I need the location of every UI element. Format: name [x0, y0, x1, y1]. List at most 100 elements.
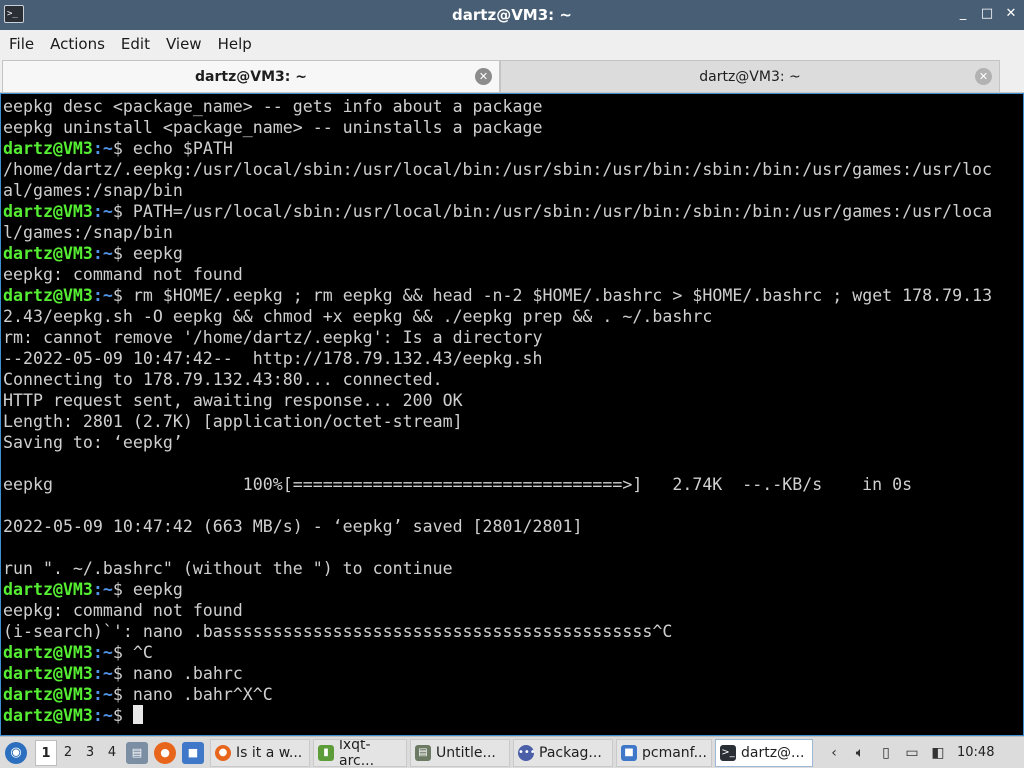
maximize-button[interactable]: □ [978, 5, 996, 23]
prompt-path: ~ [102, 202, 113, 221]
prompt-path: ~ [102, 286, 113, 305]
prompt-user: dartz@VM3 [3, 202, 93, 221]
terminal-output-line: /home/dartz/.eepkg:/usr/local/sbin:/usr/… [3, 160, 993, 179]
tab-terminal-1[interactable]: dartz@VM3: ~ ✕ [2, 60, 500, 92]
task-archiver[interactable]: ▮ lxqt-arc... [313, 738, 407, 767]
terminal-output-line: eepkg uninstall <package_name> -- uninst… [3, 118, 543, 137]
prompt-path: ~ [102, 580, 113, 599]
terminal-app-icon[interactable]: >_ [4, 5, 24, 23]
volume-icon[interactable]: 🔈︎ [850, 743, 870, 763]
prompt-path: ~ [102, 664, 113, 683]
text-editor-icon: ▤ [415, 744, 431, 761]
files-icon[interactable]: ▤ [126, 741, 148, 764]
task-text-editor[interactable]: ▤ Untitle... [410, 738, 510, 767]
prompt-symbol: $ [112, 706, 123, 725]
task-firefox[interactable]: ● Is it a w... [210, 738, 310, 767]
task-terminal[interactable]: >_ dartz@... [715, 738, 813, 767]
task-label: dartz@... [741, 744, 805, 761]
prompt-user: dartz@VM3 [3, 139, 93, 158]
menu-file[interactable]: File [4, 35, 39, 53]
tab-label: dartz@VM3: ~ [195, 68, 307, 85]
desktop-switch-2[interactable]: 2 [57, 740, 79, 766]
system-tray: ‹ 🔈︎ ▯ ▭ ◧ 10:48 [821, 743, 1000, 763]
terminal-output-line: Length: 2801 (2.7K) [application/octet-s… [3, 412, 463, 431]
prompt-separator: : [92, 643, 103, 662]
chevron-icon[interactable]: ‹ [824, 743, 844, 763]
prompt-separator: : [92, 664, 103, 683]
prompt-symbol: $ [112, 580, 123, 599]
battery-icon[interactable]: ▭ [902, 743, 922, 763]
tab-terminal-2[interactable]: dartz@VM3: ~ ✕ [500, 60, 1000, 92]
close-window-button[interactable]: ✕ [1002, 5, 1020, 23]
prompt-user: dartz@VM3 [3, 244, 93, 263]
archive-icon: ▮ [318, 744, 334, 761]
prompt-separator: : [92, 139, 103, 158]
terminal-output-line: eepkg desc <package_name> -- gets info a… [3, 97, 543, 116]
command-text: rm $HOME/.eepkg ; rm eepkg && head -n-2 … [122, 286, 993, 305]
prompt-path: ~ [102, 139, 113, 158]
command-text: eepkg [122, 580, 183, 599]
clock: 10:48 [957, 745, 995, 760]
terminal-prompt-line: dartz@VM3:~$ rm $HOME/.eepkg ; rm eepkg … [3, 285, 1023, 306]
network-icon[interactable]: ◧ [928, 743, 948, 763]
start-menu-icon[interactable]: ◉ [5, 741, 27, 764]
prompt-path: ~ [102, 685, 113, 704]
terminal-output-line: eepkg: command not found [3, 265, 243, 284]
firefox-icon: ● [215, 744, 231, 761]
command-text: nano .bahr^X^C [122, 685, 273, 704]
terminal-output[interactable]: eepkg desc <package_name> -- gets info a… [0, 93, 1024, 736]
task-label: Is it a w... [236, 744, 303, 761]
terminal-output-line: 2022-05-09 10:47:42 (663 MB/s) - ‘eepkg’… [3, 517, 583, 536]
desktop-switch-3[interactable]: 3 [79, 740, 101, 766]
desktop-switch-1[interactable]: 1 [35, 739, 57, 766]
prompt-symbol: $ [112, 664, 123, 683]
menu-view[interactable]: View [161, 35, 207, 53]
task-label: lxqt-arc... [339, 738, 375, 767]
tab-bar: dartz@VM3: ~ ✕ dartz@VM3: ~ ✕ [0, 58, 1024, 93]
terminal-icon: >_ [720, 744, 736, 761]
task-file-manager[interactable]: ■ pcmanf... [616, 738, 712, 767]
terminal-prompt-line: dartz@VM3:~$ [3, 705, 1023, 726]
clipboard-icon[interactable]: ▯ [876, 743, 896, 763]
close-tab-icon[interactable]: ✕ [475, 68, 492, 85]
prompt-separator: : [92, 286, 103, 305]
terminal-output-line: rm: cannot remove '/home/dartz/.eepkg': … [3, 328, 543, 347]
terminal-output-line: HTTP request sent, awaiting response... … [3, 391, 463, 410]
prompt-symbol: $ [112, 685, 123, 704]
firefox-icon[interactable]: ● [154, 741, 176, 764]
task-package-manager[interactable]: ••• Packag... [513, 738, 613, 767]
close-tab-icon[interactable]: ✕ [975, 68, 992, 85]
terminal-output-line: 2.43/eepkg.sh -O eepkg && chmod +x eepkg… [3, 307, 713, 326]
menu-help[interactable]: Help [213, 35, 257, 53]
minimize-button[interactable]: _ [954, 5, 972, 23]
menu-bar: File Actions Edit View Help [0, 30, 1024, 58]
prompt-separator: : [92, 244, 103, 263]
folder-icon: ■ [621, 744, 637, 761]
prompt-symbol: $ [112, 139, 123, 158]
window-titlebar: >_ dartz@VM3: ~ _ □ ✕ [0, 0, 1024, 30]
tab-label: dartz@VM3: ~ [699, 68, 801, 85]
prompt-symbol: $ [112, 286, 123, 305]
prompt-symbol: $ [112, 643, 123, 662]
command-text: PATH=/usr/local/sbin:/usr/local/bin:/usr… [122, 202, 993, 221]
terminal-prompt-line: dartz@VM3:~$ nano .bahrc [3, 663, 1023, 684]
terminal-prompt-line: dartz@VM3:~$ eepkg [3, 579, 1023, 600]
terminal-prompt-line: dartz@VM3:~$ ^C [3, 642, 1023, 663]
folder-icon[interactable]: ■ [182, 741, 204, 764]
desktop-switch-4[interactable]: 4 [101, 740, 123, 766]
command-text [123, 706, 133, 725]
prompt-separator: : [92, 706, 103, 725]
prompt-symbol: $ [112, 244, 123, 263]
terminal-output-line: run ". ~/.bashrc" (without the ") to con… [3, 559, 453, 578]
terminal-output-line: al/games:/snap/bin [3, 181, 183, 200]
terminal-output-line: Connecting to 178.79.132.43:80... connec… [3, 370, 443, 389]
menu-edit[interactable]: Edit [116, 35, 155, 53]
menu-actions[interactable]: Actions [45, 35, 110, 53]
prompt-user: dartz@VM3 [3, 664, 93, 683]
prompt-symbol: $ [112, 202, 123, 221]
prompt-separator: : [92, 202, 103, 221]
command-text: echo $PATH [122, 139, 233, 158]
